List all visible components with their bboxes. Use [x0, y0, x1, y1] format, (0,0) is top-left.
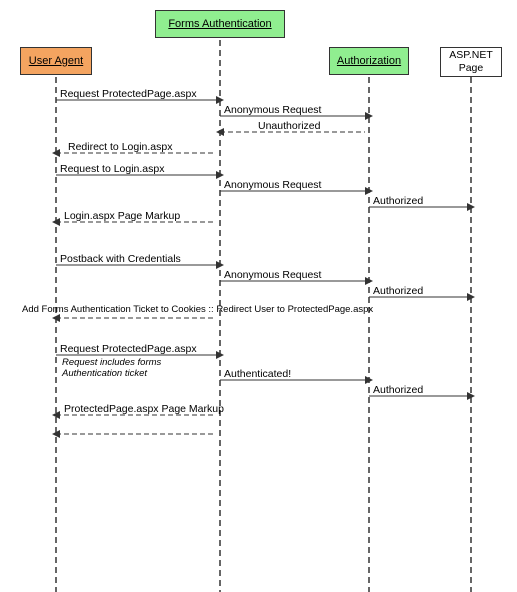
aspnet-page-label: ASP.NETPage: [449, 49, 493, 74]
svg-text:Anonymous Request: Anonymous Request: [224, 269, 322, 281]
svg-text:Authentication ticket: Authentication ticket: [61, 368, 147, 379]
sequence-diagram: Request ProtectedPage.aspx Anonymous Req…: [0, 0, 517, 592]
svg-text:Add Forms Authentication Ticke: Add Forms Authentication Ticket to Cooki…: [22, 304, 373, 315]
svg-text:Request ProtectedPage.aspx: Request ProtectedPage.aspx: [60, 343, 197, 355]
svg-text:Authorized: Authorized: [373, 384, 423, 396]
svg-text:Anonymous Request: Anonymous Request: [224, 179, 322, 191]
svg-text:Authenticated!: Authenticated!: [224, 368, 291, 380]
actor-aspnet-page: ASP.NETPage: [440, 47, 502, 77]
diagram-svg: Request ProtectedPage.aspx Anonymous Req…: [0, 0, 517, 592]
svg-text:Authorized: Authorized: [373, 285, 423, 297]
svg-text:ProtectedPage.aspx Page Markup: ProtectedPage.aspx Page Markup: [64, 403, 224, 415]
svg-text:Request to Login.aspx: Request to Login.aspx: [60, 163, 165, 175]
svg-text:Redirect to Login.aspx: Redirect to Login.aspx: [68, 141, 173, 153]
svg-text:Request includes forms: Request includes forms: [62, 357, 162, 368]
svg-text:Unauthorized: Unauthorized: [258, 120, 321, 132]
forms-auth-label: Forms Authentication: [168, 18, 271, 30]
svg-text:Request ProtectedPage.aspx: Request ProtectedPage.aspx: [60, 88, 197, 100]
svg-text:Anonymous Request: Anonymous Request: [224, 104, 322, 116]
svg-text:Login.aspx Page Markup: Login.aspx Page Markup: [64, 210, 180, 222]
actor-user-agent: User Agent: [20, 47, 92, 75]
svg-text:Postback with Credentials: Postback with Credentials: [60, 253, 181, 265]
authorization-label: Authorization: [337, 55, 401, 67]
actor-authorization: Authorization: [329, 47, 409, 75]
user-agent-label: User Agent: [29, 55, 83, 67]
svg-text:Authorized: Authorized: [373, 195, 423, 207]
actor-forms-auth: Forms Authentication: [155, 10, 285, 38]
